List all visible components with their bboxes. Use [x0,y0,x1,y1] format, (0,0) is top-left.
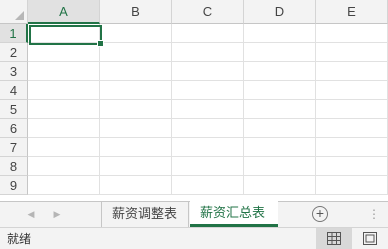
column-header-b[interactable]: B [100,0,172,24]
grid-row [28,100,388,119]
cell[interactable] [244,81,316,100]
cell[interactable] [28,176,100,195]
cell[interactable] [172,176,244,195]
cell[interactable] [172,81,244,100]
cell[interactable] [244,43,316,62]
grid-row [28,176,388,195]
plus-circle-icon[interactable]: + [312,206,328,222]
cell[interactable] [244,157,316,176]
grid-row [28,43,388,62]
row-header-1[interactable]: 1 [0,24,28,43]
row-headers: 1 2 3 4 5 6 7 8 9 [0,24,28,195]
select-all-triangle-icon [15,11,24,20]
row-header-9[interactable]: 9 [0,176,28,195]
cell[interactable] [172,138,244,157]
cell[interactable] [244,24,316,43]
cell[interactable] [100,176,172,195]
cell-a1[interactable] [28,24,100,43]
row-header-4[interactable]: 4 [0,81,28,100]
cell[interactable] [316,81,388,100]
normal-view-icon [327,232,341,245]
row-header-3[interactable]: 3 [0,62,28,81]
cell[interactable] [316,138,388,157]
sheet-tab-bar: ◀ ▶ 薪资调整表 薪资汇总表 + ⋮ [0,201,388,227]
row-header-7[interactable]: 7 [0,138,28,157]
row-header-5[interactable]: 5 [0,100,28,119]
column-headers: A B C D E [28,0,388,24]
cell[interactable] [316,62,388,81]
cell[interactable] [28,81,100,100]
cell[interactable] [28,157,100,176]
triangle-right-icon[interactable]: ▶ [50,206,64,222]
grid-row [28,24,388,43]
grid-row [28,157,388,176]
cell[interactable] [316,157,388,176]
cell-grid [28,24,388,201]
column-header-e[interactable]: E [316,0,388,24]
cell[interactable] [28,100,100,119]
row-header-6[interactable]: 6 [0,119,28,138]
row-header-8[interactable]: 8 [0,157,28,176]
select-all-corner[interactable] [0,0,28,24]
status-text: 就绪 [7,232,32,246]
grid-row [28,138,388,157]
cell[interactable] [100,24,172,43]
cell[interactable] [244,119,316,138]
page-layout-view-button[interactable] [352,228,388,249]
cell[interactable] [172,62,244,81]
grid-row [28,119,388,138]
cell[interactable] [316,100,388,119]
cell[interactable] [100,138,172,157]
sheet-tab-salary-adjustment[interactable]: 薪资调整表 [101,202,189,227]
cell[interactable] [172,24,244,43]
column-header-a[interactable]: A [28,0,100,24]
cell[interactable] [244,100,316,119]
cell[interactable] [100,119,172,138]
column-header-d[interactable]: D [244,0,316,24]
cell[interactable] [28,119,100,138]
cell[interactable] [316,43,388,62]
cell[interactable] [172,119,244,138]
cell[interactable] [172,43,244,62]
cell[interactable] [100,157,172,176]
cell[interactable] [100,100,172,119]
vertical-ellipsis-icon[interactable]: ⋮ [368,206,380,222]
cell[interactable] [244,176,316,195]
sheet-tab-salary-summary[interactable]: 薪资汇总表 [190,201,278,227]
page-layout-view-icon [363,232,377,245]
grid-row [28,62,388,81]
column-header-c[interactable]: C [172,0,244,24]
normal-view-button[interactable] [316,228,352,249]
cell[interactable] [28,62,100,81]
cell[interactable] [316,24,388,43]
spreadsheet-grid-area: A B C D E 1 2 3 4 5 6 7 8 9 [0,0,388,201]
cell[interactable] [172,100,244,119]
cell[interactable] [316,176,388,195]
cell[interactable] [28,43,100,62]
cell[interactable] [172,157,244,176]
cell[interactable] [244,138,316,157]
grid-row [28,81,388,100]
cell[interactable] [316,119,388,138]
cell[interactable] [100,43,172,62]
cell[interactable] [100,62,172,81]
row-header-2[interactable]: 2 [0,43,28,62]
status-bar: 就绪 [0,227,388,249]
cell[interactable] [244,62,316,81]
cell[interactable] [100,81,172,100]
triangle-left-icon[interactable]: ◀ [24,206,38,222]
cell[interactable] [28,138,100,157]
